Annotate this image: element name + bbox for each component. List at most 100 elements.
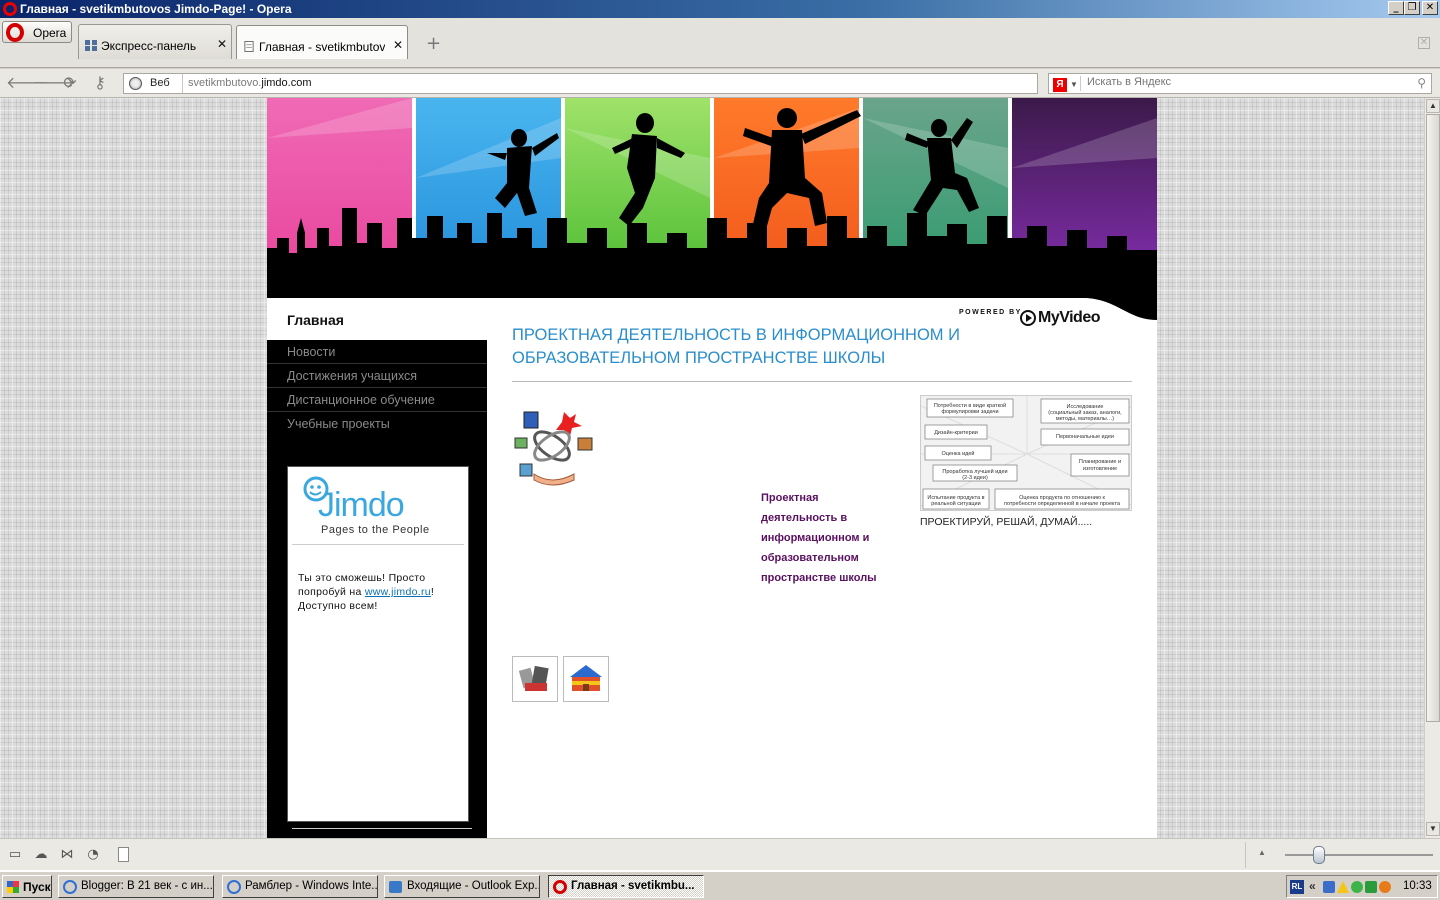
jimdo-tagline: Pages to the People — [321, 524, 430, 536]
globe-icon — [129, 77, 142, 90]
chevron-down-icon: ▼ — [1070, 80, 1078, 89]
search-engine-selector[interactable]: Я ▼ — [1051, 76, 1081, 92]
taskbar-item-label: Рамблер - Windows Inte... — [245, 880, 378, 892]
diagram-box-6: Проработка лучшей идеи — [942, 468, 1007, 475]
tab-bar: Opera Экспресс-панель ✕ Главная - svetik… — [0, 18, 1440, 68]
ie-icon — [227, 880, 241, 894]
ie-icon — [63, 880, 77, 894]
svg-text:потребности определенной в нач: потребности определенной в начале проект… — [1004, 500, 1121, 507]
diagram-box-4: Первоначальные идеи — [1056, 434, 1114, 440]
students-icon — [518, 665, 549, 691]
vertical-scrollbar[interactable]: ▲ ▼ — [1424, 98, 1440, 838]
search-icon[interactable]: ⚲ — [1417, 76, 1426, 90]
close-tab-icon[interactable]: ✕ — [393, 38, 403, 52]
divider — [512, 381, 1132, 382]
page-viewport: POWERED BY MyVideo Главная Новости Дости… — [0, 98, 1424, 838]
window-titlebar: Главная - svetikmbutovos Jimdo-Page! - O… — [0, 0, 1440, 18]
clock: 10:33 — [1403, 880, 1432, 892]
system-tray: RL « 10:33 — [1286, 875, 1438, 898]
diagram-box-1: Потребности в виде краткой — [934, 402, 1006, 409]
yandex-icon: Я — [1053, 78, 1067, 92]
url-text[interactable]: svetikmbutovo.jimdo.com — [188, 77, 312, 89]
key-icon[interactable]: ⚷ — [91, 74, 109, 92]
svg-text:методы, материалы…): методы, материалы…) — [1056, 416, 1114, 422]
diagram-caption: ПРОЕКТИРУЙ, РЕШАЙ, ДУМАЙ..... — [920, 516, 1093, 528]
back-icon[interactable]: 🡐 — [6, 74, 49, 92]
zoom-slider-knob[interactable] — [1313, 846, 1326, 864]
search-input[interactable] — [1087, 76, 1407, 88]
taskbar-item-rambler[interactable]: Рамблер - Windows Inte... — [222, 875, 378, 898]
sidebar: Главная Новости Достижения учащихся Дист… — [267, 298, 487, 838]
tab-label: Главная - svetikmbutovo... — [259, 40, 385, 54]
nav-item-achievements[interactable]: Достижения учащихся — [267, 364, 487, 388]
tray-app-icon[interactable] — [1379, 881, 1391, 893]
divider — [292, 544, 464, 545]
tab-home-page[interactable]: Главная - svetikmbutovo... ✕ — [236, 25, 408, 59]
nav-item-label: Дистанционное обучение — [287, 393, 435, 407]
reload-icon[interactable]: ⟳ — [61, 74, 79, 92]
minimize-button[interactable]: _ — [1388, 1, 1404, 15]
language-indicator[interactable]: RL — [1290, 880, 1304, 894]
nav-item-label: Учебные проекты — [287, 417, 390, 431]
project-clipart-image — [514, 411, 593, 486]
page-view-icon[interactable] — [118, 847, 129, 862]
new-tab-button[interactable]: + — [426, 33, 441, 54]
nvidia-icon[interactable] — [1365, 881, 1377, 893]
window-title: Главная - svetikmbutovos Jimdo-Page! - O… — [20, 2, 292, 16]
main-content: ПРОЕКТНАЯ ДЕЯТЕЛЬНОСТЬ В ИНФОРМАЦИОННОМ … — [512, 298, 1137, 838]
header-banner — [267, 98, 1157, 298]
nav-item-projects[interactable]: Учебные проекты — [267, 412, 487, 436]
trash-icon[interactable]: ✕ — [1418, 37, 1430, 49]
address-toolbar: 🡐 🡒 ⟳ ⚷ Веб svetikmbutovo.jimdo.com Я▼ ⚲ — [0, 69, 1440, 98]
show-hidden-icons-button[interactable]: « — [1309, 879, 1316, 893]
start-button[interactable]: Пуск — [2, 875, 52, 898]
search-box[interactable]: Я▼ ⚲ — [1048, 73, 1432, 94]
opera-menu-button[interactable]: Opera — [2, 21, 72, 43]
page-title: ПРОЕКТНАЯ ДЕЯТЕЛЬНОСТЬ В ИНФОРМАЦИОННОМ … — [512, 326, 960, 367]
scroll-down-icon[interactable]: ▼ — [1426, 822, 1440, 836]
security-icon[interactable] — [1351, 881, 1363, 893]
scrollbar-thumb[interactable] — [1426, 114, 1440, 722]
svg-text:формулировки задачи: формулировки задачи — [941, 409, 998, 415]
ad-text: Ты это сможешь! Просто попробуй на www.j… — [298, 572, 435, 612]
taskbar-item-label: Blogger: В 21 век - с ин... — [81, 880, 213, 892]
tab-speed-dial[interactable]: Экспресс-панель ✕ — [78, 24, 232, 59]
warning-icon[interactable] — [1337, 881, 1349, 893]
forward-icon[interactable]: 🡒 — [32, 74, 75, 92]
taskbar-item-outlook[interactable]: Входящие - Outlook Exp... — [384, 875, 540, 898]
diagram-box-5: Оценка идей — [942, 450, 975, 457]
unite-cloud-icon[interactable]: ☁ — [33, 848, 49, 862]
thumbnail-image-2[interactable] — [563, 656, 609, 702]
project-cycle-diagram[interactable]: Потребности в виде краткой формулировки … — [920, 395, 1132, 511]
network-icon[interactable] — [1323, 881, 1335, 893]
address-bar[interactable]: Веб svetikmbutovo.jimdo.com — [123, 73, 1038, 94]
nav-item-home[interactable]: Главная — [267, 298, 487, 340]
nav-item-label: Достижения учащихся — [287, 369, 418, 383]
page-icon — [244, 41, 254, 52]
nav-item-news[interactable]: Новости — [267, 340, 487, 364]
school-house-icon — [570, 665, 602, 691]
maximize-button[interactable]: ❐ — [1404, 1, 1420, 15]
close-tab-icon[interactable]: ✕ — [217, 37, 227, 51]
jimdo-link[interactable]: www.jimdo.ru — [365, 586, 431, 598]
nav-item-label: Новости — [287, 345, 336, 359]
jimdo-ad: Jimdo Pages to the People Ты это сможешь… — [287, 466, 469, 822]
tab-label: Экспресс-панель — [101, 39, 197, 53]
scroll-up-icon[interactable]: ▲ — [1426, 99, 1440, 113]
taskbar-item-opera[interactable]: Главная - svetikmbu... — [548, 875, 704, 898]
view-options-icon[interactable]: ▲ — [1258, 848, 1266, 857]
nav-item-distance-learning[interactable]: Дистанционное обучение — [267, 388, 487, 412]
close-window-button[interactable]: ✕ — [1422, 1, 1438, 15]
taskbar-item-blogger[interactable]: Blogger: В 21 век - с ин... — [58, 875, 214, 898]
taskbar-item-label: Главная - svetikmbu... — [571, 880, 695, 892]
divider — [182, 74, 183, 93]
opera-logo-icon — [553, 880, 567, 894]
zoom-slider[interactable] — [1285, 854, 1433, 856]
diagram-box-3: Дизайн-критерии — [934, 429, 978, 436]
diagram-image: Потребности в виде краткой формулировки … — [921, 396, 1131, 510]
start-label: Пуск — [23, 880, 51, 894]
turbo-icon[interactable]: ◔ — [85, 848, 101, 862]
thumbnail-image-1[interactable] — [512, 656, 558, 702]
panel-toggle-icon[interactable]: ▭ — [7, 848, 23, 862]
share-icon[interactable]: ⋈ — [59, 848, 75, 862]
